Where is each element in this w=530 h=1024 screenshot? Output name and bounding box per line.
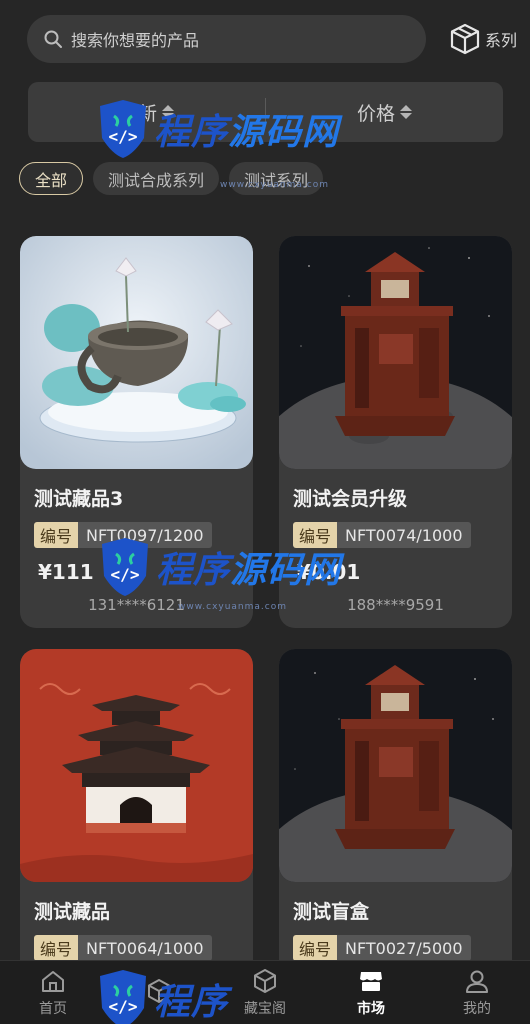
product-card[interactable]: 测试藏品 编号 NFT0064/1000 [20, 649, 253, 979]
product-card[interactable]: 测试藏品3 编号 NFT0097/1200 ¥111 131****6121 [20, 236, 253, 628]
sort-arrows-icon [400, 105, 412, 119]
serial-number: NFT0074/1000 [337, 522, 471, 548]
product-image-lotus-teacup [20, 236, 253, 469]
nav-mine-label: 我的 [463, 1000, 491, 1017]
product-price: ¥111 [38, 560, 94, 584]
serial-label: 编号 [34, 522, 79, 548]
product-price: ¥0.01 [297, 560, 361, 584]
store-icon [360, 971, 382, 991]
serial-badge: 编号 NFT0074/1000 [293, 522, 471, 548]
serial-label: 编号 [34, 935, 79, 961]
sort-price-label: 价格 [356, 102, 395, 125]
watermark-url: www.cxyuanma.com [220, 180, 330, 190]
product-image-chinese-pagoda [20, 649, 253, 882]
nav-market[interactable]: 市场 [318, 961, 424, 1024]
sort-price[interactable]: 价格 [266, 99, 503, 126]
cube-icon [148, 978, 170, 1003]
filter-chip-synthesis-series[interactable]: 测试合成系列 [93, 162, 220, 195]
cube-icon [254, 968, 276, 993]
serial-badge: 编号 NFT0064/1000 [34, 935, 212, 961]
watermark-url: www.cxyuanma.com [178, 602, 288, 612]
nav-treasure[interactable]: 藏宝阁 [212, 961, 318, 1024]
serial-badge: 编号 NFT0027/5000 [293, 935, 471, 961]
nav-treasure-label: 藏宝阁 [244, 1000, 286, 1017]
filter-chip-test-series[interactable]: 测试系列 [229, 162, 324, 195]
serial-badge: 编号 NFT0097/1200 [34, 522, 212, 548]
search-placeholder: 搜索你想要的产品 [71, 31, 200, 50]
home-icon [42, 970, 64, 992]
search-icon [44, 30, 62, 48]
series-button[interactable]: 系列 [448, 22, 517, 56]
nav-home[interactable]: 首页 [0, 961, 106, 1024]
product-name: 测试会员升级 [293, 488, 408, 510]
serial-number: NFT0064/1000 [78, 935, 212, 961]
sort-newest[interactable]: 最新 [28, 99, 265, 126]
product-card[interactable]: 测试盲盒 编号 NFT0027/5000 [279, 649, 512, 979]
product-card[interactable]: 测试会员升级 编号 NFT0074/1000 ¥0.01 188****9591 [279, 236, 512, 628]
product-image-wooden-tower [279, 649, 512, 882]
sort-bar: 最新 价格 [28, 82, 503, 142]
owner-phone: 188****9591 [347, 596, 444, 614]
serial-label: 编号 [293, 522, 338, 548]
nav-market-label: 市场 [357, 1000, 385, 1017]
box-icon [450, 23, 480, 55]
filter-chips: 全部 测试合成系列 测试系列 [19, 162, 324, 195]
serial-number: NFT0097/1200 [78, 522, 212, 548]
sort-arrows-icon [162, 105, 174, 119]
bottom-nav: 首页 藏宝阁 市场 我的 [0, 960, 530, 1024]
product-name: 测试藏品 [34, 901, 111, 923]
top-bar: 搜索你想要的产品 系列 [27, 15, 517, 63]
filter-chip-all[interactable]: 全部 [19, 162, 84, 195]
series-label: 系列 [484, 31, 517, 50]
product-name: 测试藏品3 [34, 488, 124, 510]
nav-home-label: 首页 [39, 1000, 67, 1017]
product-image-wooden-tower [279, 236, 512, 469]
product-name: 测试盲盒 [293, 901, 370, 923]
search-input[interactable]: 搜索你想要的产品 [27, 15, 426, 63]
sort-newest-label: 最新 [118, 102, 157, 125]
nav-mine[interactable]: 我的 [424, 961, 530, 1024]
serial-label: 编号 [293, 935, 338, 961]
user-icon [466, 970, 488, 993]
nav-cube[interactable] [106, 961, 212, 1024]
serial-number: NFT0027/5000 [337, 935, 471, 961]
